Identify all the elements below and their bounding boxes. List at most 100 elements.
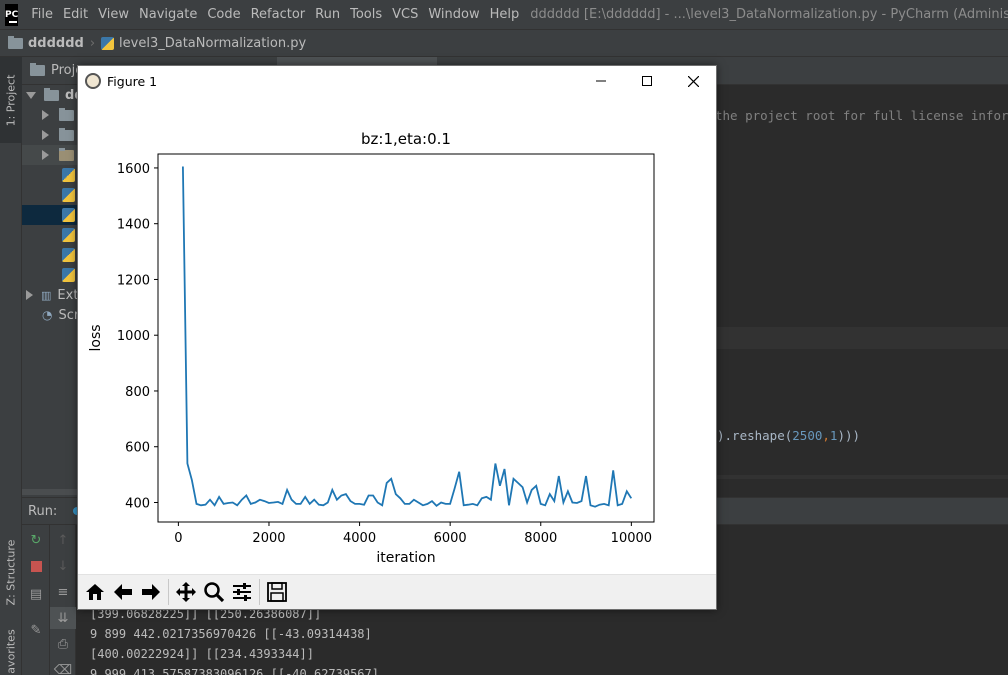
python-file-icon bbox=[62, 188, 75, 202]
matplotlib-icon bbox=[85, 73, 101, 89]
code-reshape-suffix: ))) bbox=[837, 428, 861, 443]
menu-bar: PC File Edit View Navigate Code Refactor… bbox=[0, 0, 1008, 29]
breadcrumb: dddddd › level3_DataNormalization.py bbox=[0, 29, 1008, 57]
y-tick-label: 400 bbox=[125, 496, 150, 511]
configure-icon bbox=[233, 583, 251, 601]
menu-edit[interactable]: Edit bbox=[58, 7, 93, 22]
tree-external-label: Ext bbox=[57, 287, 79, 303]
menu-help[interactable]: Help bbox=[485, 7, 525, 22]
rerun-icon[interactable]: ↻ bbox=[22, 529, 50, 551]
console-line: 9 999 413.57587383096126 [[-40.62739567] bbox=[90, 667, 379, 675]
library-icon: ▥ bbox=[41, 288, 52, 302]
project-folder-icon bbox=[30, 63, 45, 76]
breadcrumb-separator: › bbox=[89, 35, 96, 51]
chart-title: bz:1,eta:0.1 bbox=[361, 130, 451, 148]
breadcrumb-file-label: level3_DataNormalization.py bbox=[119, 35, 307, 51]
back-icon bbox=[114, 584, 132, 600]
menu-refactor[interactable]: Refactor bbox=[246, 7, 311, 22]
folder-icon bbox=[59, 107, 74, 121]
pycharm-logo-icon: PC bbox=[5, 3, 19, 26]
figure-canvas[interactable]: bz:1,eta:0.1 0 2000 4000 6000 8000 10000 400 6… bbox=[78, 96, 716, 574]
scratches-icon: ◔ bbox=[42, 308, 53, 322]
y-tick-label: 800 bbox=[125, 385, 150, 400]
up-arrow-icon[interactable]: ↑ bbox=[50, 529, 76, 551]
down-arrow-icon[interactable]: ↓ bbox=[50, 555, 76, 577]
console-line: [400.00222924]] [[234.4393344]] bbox=[90, 647, 314, 661]
y-tick-label: 1600 bbox=[117, 162, 150, 177]
menu-tools[interactable]: Tools bbox=[345, 7, 387, 22]
folder-icon bbox=[59, 147, 74, 161]
soft-wrap-icon[interactable]: ≡ bbox=[50, 581, 76, 603]
python-file-icon bbox=[62, 248, 75, 262]
y-tick-label: 1000 bbox=[117, 329, 150, 344]
tool-tab-project-label: 1: Project bbox=[4, 74, 18, 126]
menu-code[interactable]: Code bbox=[202, 7, 245, 22]
home-button[interactable] bbox=[81, 578, 109, 606]
tool-tab-project[interactable]: 1: Project bbox=[0, 57, 22, 143]
back-button[interactable] bbox=[109, 578, 137, 606]
minimize-icon bbox=[596, 80, 606, 82]
figure-window: Figure 1 bz:1,eta:0.1 0 2000 4000 6000 8000 1… bbox=[77, 65, 717, 610]
maximize-button[interactable] bbox=[624, 66, 670, 96]
x-axis-label: iteration bbox=[376, 550, 435, 566]
pan-button[interactable] bbox=[172, 578, 200, 606]
left-tool-strip: 1: Project Z: Structure avorites bbox=[0, 57, 22, 675]
y-tick-label: 1200 bbox=[117, 273, 150, 288]
loss-chart: bz:1,eta:0.1 0 2000 4000 6000 8000 10000 400 6… bbox=[88, 130, 655, 566]
python-file-icon bbox=[62, 208, 75, 222]
save-button[interactable] bbox=[263, 578, 291, 606]
scroll-to-end-icon[interactable]: ⇊ bbox=[50, 607, 76, 629]
expanded-arrow-icon bbox=[26, 91, 36, 99]
layout-icon[interactable]: ▤ bbox=[22, 583, 50, 605]
menu-navigate[interactable]: Navigate bbox=[134, 7, 202, 22]
breadcrumb-project[interactable]: dddddd bbox=[8, 35, 84, 51]
tool-tab-favorites[interactable]: avorites bbox=[0, 627, 22, 675]
collapsed-arrow-icon bbox=[42, 130, 49, 140]
tool-tab-structure[interactable]: Z: Structure bbox=[0, 527, 22, 617]
tool-tab-favorites-label: avorites bbox=[4, 628, 18, 674]
figure-titlebar[interactable]: Figure 1 bbox=[78, 66, 716, 96]
stop-icon[interactable] bbox=[22, 555, 50, 577]
toolbar-separator bbox=[168, 579, 169, 605]
zoom-button[interactable] bbox=[200, 578, 228, 606]
minimize-button[interactable] bbox=[578, 66, 624, 96]
folder-icon bbox=[8, 35, 23, 49]
close-icon bbox=[687, 75, 699, 87]
menu-run[interactable]: Run bbox=[310, 7, 345, 22]
breadcrumb-file[interactable]: level3_DataNormalization.py bbox=[101, 36, 306, 51]
collapsed-arrow-icon bbox=[42, 150, 49, 160]
collapsed-arrow-icon bbox=[26, 290, 33, 300]
run-toolbar-secondary: ↑ ↓ ≡ ⇊ ⎙ ⌫ bbox=[50, 525, 76, 675]
menu-view[interactable]: View bbox=[93, 7, 134, 22]
x-tick-label: 8000 bbox=[524, 531, 557, 546]
menu-file[interactable]: File bbox=[26, 7, 58, 22]
x-axis-ticks: 0 2000 4000 6000 8000 10000 bbox=[174, 522, 652, 546]
home-icon bbox=[86, 584, 104, 600]
x-tick-label: 6000 bbox=[434, 531, 467, 546]
forward-button[interactable] bbox=[137, 578, 165, 606]
breadcrumb-project-label: dddddd bbox=[28, 35, 84, 51]
delete-icon[interactable]: ⌫ bbox=[50, 659, 76, 675]
x-tick-label: 4000 bbox=[343, 531, 376, 546]
y-axis-label: loss bbox=[88, 324, 104, 351]
print-icon[interactable]: ⎙ bbox=[50, 633, 76, 655]
menu-window[interactable]: Window bbox=[423, 7, 484, 22]
toolbar-separator bbox=[259, 579, 260, 605]
code-comma: , bbox=[822, 428, 830, 443]
run-panel-label: Run: bbox=[28, 503, 58, 519]
menu-vcs[interactable]: VCS bbox=[387, 7, 423, 22]
figure-toolbar bbox=[78, 574, 716, 609]
code-reshape-prefix: ).reshape( bbox=[717, 428, 793, 443]
y-axis-ticks: 400 600 800 1000 1200 1400 1600 bbox=[117, 162, 158, 511]
loss-series-line bbox=[182, 166, 633, 508]
close-button[interactable] bbox=[670, 66, 716, 96]
maximize-icon bbox=[642, 76, 652, 86]
x-tick-label: 0 bbox=[174, 531, 182, 546]
forward-icon bbox=[142, 584, 160, 600]
collapsed-arrow-icon bbox=[42, 110, 49, 120]
y-tick-label: 1400 bbox=[117, 218, 150, 233]
pin-icon[interactable]: ✎ bbox=[22, 619, 50, 641]
code-reshape-line: ).reshape(2500,1))) bbox=[717, 428, 860, 443]
window-title: dddddd [E:\dddddd] - ...\level3_DataNorm… bbox=[530, 7, 1008, 22]
configure-button[interactable] bbox=[228, 578, 256, 606]
